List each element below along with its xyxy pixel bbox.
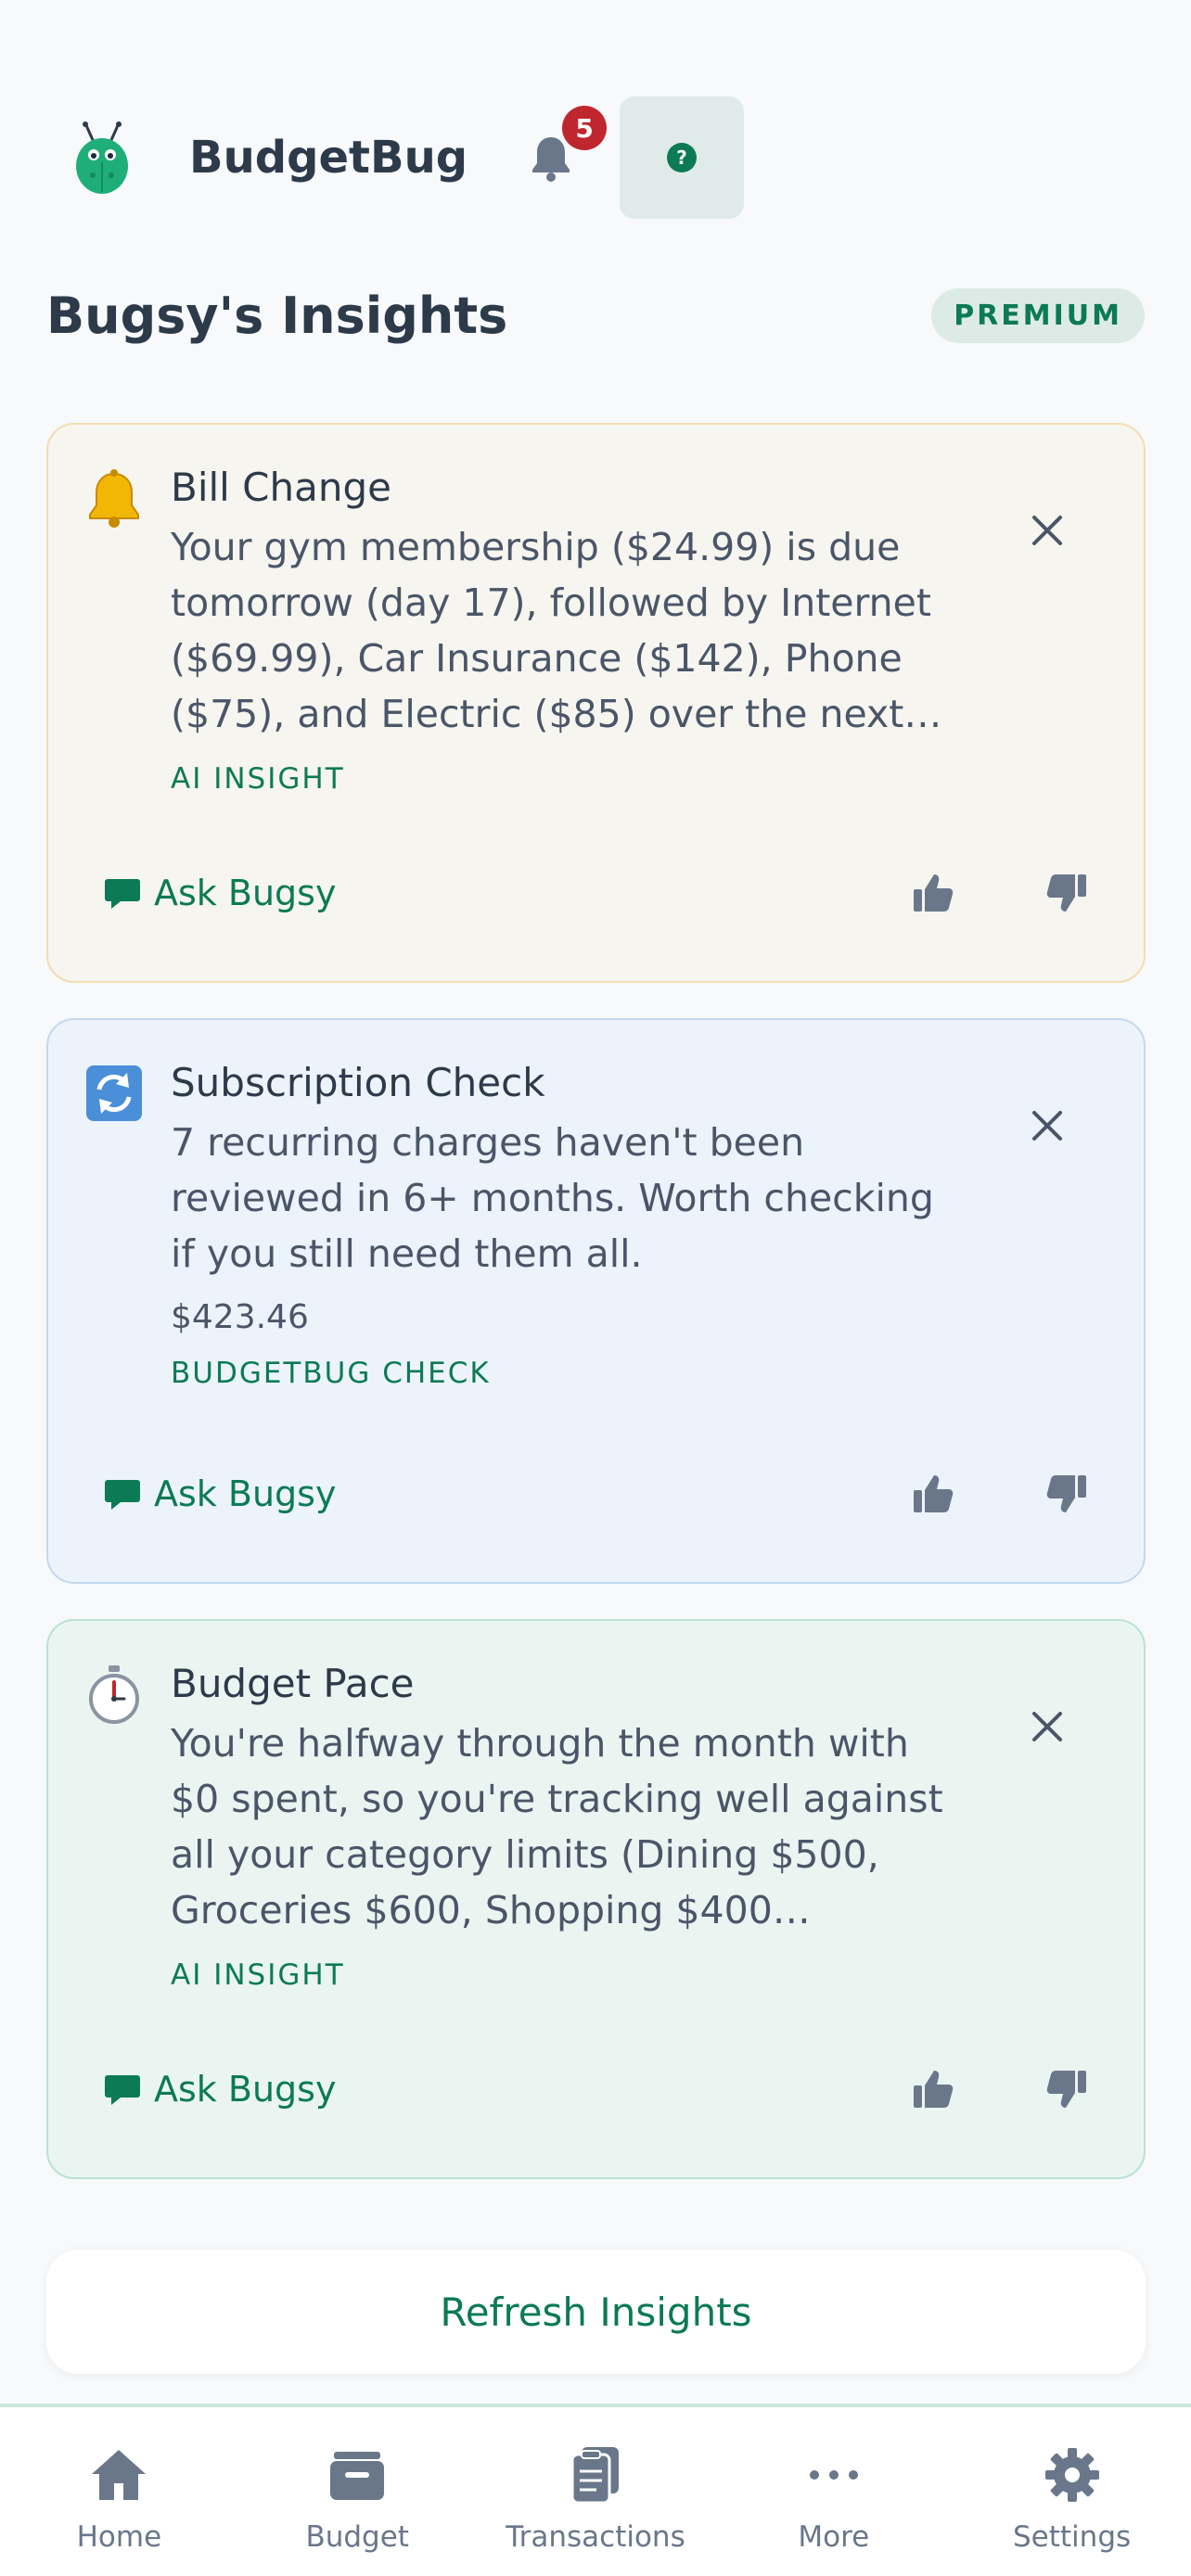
insight-amount: $423.46 xyxy=(171,1298,309,1336)
thumbs-down-icon[interactable] xyxy=(1045,873,1088,913)
stopwatch-icon xyxy=(82,1662,147,1727)
insight-title: Subscription Check xyxy=(171,1060,545,1105)
chat-bubble-icon xyxy=(105,879,140,909)
thumbs-up-icon[interactable] xyxy=(912,2069,954,2110)
insight-title: Budget Pace xyxy=(171,1661,415,1706)
insight-title: Bill Change xyxy=(171,465,391,510)
insight-card-budget-pace: Budget Pace You're halfway through the m… xyxy=(46,1619,1146,2179)
tab-transactions[interactable]: Transactions xyxy=(477,2407,715,2576)
thumbs-up-icon[interactable] xyxy=(912,873,954,913)
notification-count-badge: 5 xyxy=(562,106,608,150)
insight-text: 7 recurring charges haven't been reviewe… xyxy=(171,1120,934,1276)
budgetbug-logo-icon xyxy=(46,93,165,223)
insight-tag: AI INSIGHT xyxy=(171,762,345,796)
bottom-tab-bar: Home Budget Transactions More Settings xyxy=(0,2404,1191,2576)
thumbs-down-icon[interactable] xyxy=(1045,2069,1088,2110)
refresh-arrows-icon xyxy=(82,1061,147,1126)
app-title: BudgetBug xyxy=(189,132,468,184)
insight-card-bill-change: Bill Change Your gym membership ($24.99)… xyxy=(46,423,1146,983)
chat-bubble-icon xyxy=(105,2075,140,2105)
premium-badge: PREMIUM xyxy=(931,287,1145,343)
insight-actions: Ask Bugsy xyxy=(104,861,1088,925)
ask-bugsy-label: Ask Bugsy xyxy=(154,873,337,913)
insights-header: Bugsy's Insights PREMIUM xyxy=(46,278,1145,352)
tab-budget[interactable]: Budget xyxy=(238,2407,477,2576)
app-header: BudgetBug 5 ? xyxy=(46,93,1145,223)
help-button[interactable]: ? xyxy=(620,96,745,219)
tab-label: Budget xyxy=(305,2520,409,2554)
ask-bugsy-button[interactable]: Ask Bugsy xyxy=(104,873,336,913)
insight-card-subscription-check: Subscription Check 7 recurring charges h… xyxy=(46,1018,1146,1584)
thumbs-up-icon[interactable] xyxy=(912,1473,954,1514)
bell-icon xyxy=(82,465,147,530)
notifications-button[interactable]: 5 xyxy=(523,106,608,185)
tab-home[interactable]: Home xyxy=(0,2407,238,2576)
ask-bugsy-label: Ask Bugsy xyxy=(154,2069,337,2110)
insight-tag: AI INSIGHT xyxy=(171,1958,345,1992)
chat-bubble-icon xyxy=(105,1480,140,1510)
help-icon: ? xyxy=(667,143,698,172)
gear-icon xyxy=(1044,2448,1099,2502)
clipboard-icon xyxy=(570,2447,619,2505)
ask-bugsy-label: Ask Bugsy xyxy=(154,1473,337,1514)
more-dots-icon xyxy=(809,2470,858,2480)
close-icon[interactable] xyxy=(1027,1105,1068,1146)
insight-actions: Ask Bugsy xyxy=(104,2057,1088,2122)
insight-text: Your gym membership ($24.99) is due tomo… xyxy=(171,525,942,736)
wallet-icon xyxy=(330,2452,385,2500)
tab-label: Settings xyxy=(1013,2520,1132,2554)
home-icon xyxy=(92,2450,147,2500)
insight-actions: Ask Bugsy xyxy=(104,1461,1088,1526)
ask-bugsy-button[interactable]: Ask Bugsy xyxy=(104,2069,336,2110)
tab-more[interactable]: More xyxy=(714,2407,953,2576)
close-icon[interactable] xyxy=(1027,1706,1068,1747)
insight-tag: BUDGETBUG CHECK xyxy=(171,1357,491,1390)
refresh-insights-button[interactable]: Refresh Insights xyxy=(46,2250,1146,2374)
section-title: Bugsy's Insights xyxy=(46,286,508,345)
close-icon[interactable] xyxy=(1027,510,1068,551)
tab-settings[interactable]: Settings xyxy=(953,2407,1191,2576)
tab-label: Home xyxy=(76,2520,162,2554)
thumbs-down-icon[interactable] xyxy=(1045,1473,1088,1514)
tab-label: Transactions xyxy=(506,2520,685,2554)
insight-text: You're halfway through the month with $0… xyxy=(171,1721,943,1932)
ask-bugsy-button[interactable]: Ask Bugsy xyxy=(104,1473,336,1514)
tab-label: More xyxy=(798,2520,870,2554)
